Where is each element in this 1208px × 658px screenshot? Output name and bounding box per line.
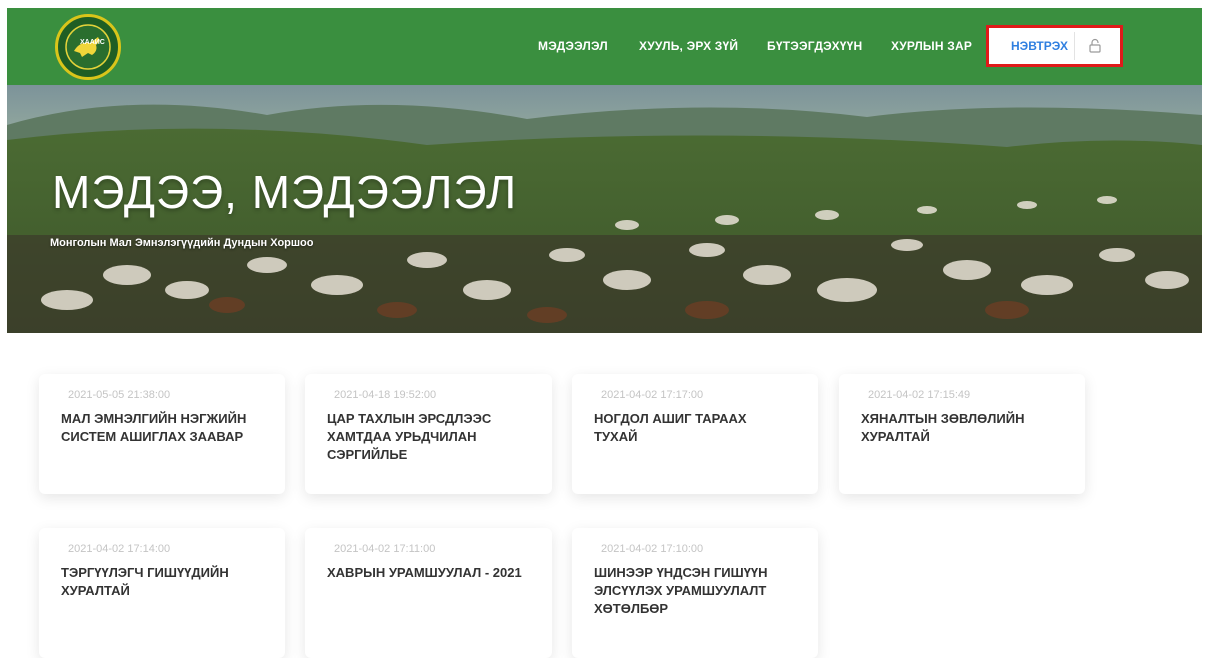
- news-date: 2021-04-18 19:52:00: [334, 389, 437, 401]
- news-date: 2021-05-05 21:38:00: [68, 389, 171, 401]
- news-card[interactable]: 2021-04-02 17:14:00 ТЭРГҮҮЛЭГЧ ГИШҮҮДИЙН…: [39, 528, 285, 658]
- hero-banner: МЭДЭЭ, МЭДЭЭЛЭЛ Монголын Мал Эмнэлэгүүди…: [7, 85, 1202, 333]
- news-title[interactable]: ШИНЭЭР ҮНДСЭН ГИШҮҮН ЭЛСҮҮЛЭХ УРАМШУУЛАЛ…: [594, 564, 794, 618]
- site-logo[interactable]: ХААИС: [55, 14, 121, 80]
- news-card[interactable]: 2021-04-18 19:52:00 ЦАР ТАХЛЫН ЭРСДЛЭЭС …: [305, 374, 552, 494]
- news-card[interactable]: 2021-04-02 17:10:00 ШИНЭЭР ҮНДСЭН ГИШҮҮН…: [572, 528, 818, 658]
- news-title[interactable]: ТЭРГҮҮЛЭГЧ ГИШҮҮДИЙН ХУРАЛТАЙ: [61, 564, 261, 600]
- news-card[interactable]: 2021-04-02 17:15:49 ХЯНАЛТЫН ЗӨВЛӨЛИЙН Х…: [839, 374, 1085, 494]
- news-title[interactable]: ЦАР ТАХЛЫН ЭРСДЛЭЭС ХАМТДАА УРЬДЧИЛАН СЭ…: [327, 410, 527, 464]
- news-card[interactable]: 2021-04-02 17:11:00 ХАВРЫН УРАМШУУЛАЛ - …: [305, 528, 552, 658]
- hero-subtitle: Монголын Мал Эмнэлэгүүдийн Дундын Хоршоо: [50, 237, 314, 249]
- nav-item-khurlyn-zar[interactable]: ХУРЛЫН ЗАР: [891, 39, 972, 53]
- news-date: 2021-04-02 17:11:00: [334, 543, 436, 555]
- nav-item-medeelel[interactable]: МЭДЭЭЛЭЛ: [538, 39, 608, 53]
- news-title[interactable]: ХЯНАЛТЫН ЗӨВЛӨЛИЙН ХУРАЛТАЙ: [861, 410, 1051, 446]
- nav-item-khuuli-erkh-zui[interactable]: ХУУЛЬ, ЭРХ ЗҮЙ: [639, 39, 738, 53]
- news-title[interactable]: НОГДОЛ АШИГ ТАРААХ ТУХАЙ: [594, 410, 774, 446]
- news-date: 2021-04-02 17:17:00: [601, 389, 704, 401]
- news-card[interactable]: 2021-04-02 17:17:00 НОГДОЛ АШИГ ТАРААХ Т…: [572, 374, 818, 494]
- news-date: 2021-04-02 17:15:49: [868, 389, 971, 401]
- news-date: 2021-04-02 17:10:00: [601, 543, 704, 555]
- logo-text: ХААИС: [80, 39, 105, 46]
- login-label: НЭВТРЭХ: [1011, 39, 1068, 53]
- news-title[interactable]: МАЛ ЭМНЭЛГИЙН НЭГЖИЙН СИСТЕМ АШИГЛАХ ЗАА…: [61, 410, 276, 446]
- lock-icon[interactable]: [1088, 38, 1102, 54]
- login-divider: [1074, 32, 1075, 60]
- login-button[interactable]: НЭВТРЭХ: [986, 25, 1123, 67]
- top-navbar: ХААИС МЭДЭЭЛЭЛ ХУУЛЬ, ЭРХ ЗҮЙ БҮТЭЭГДЭХҮ…: [7, 8, 1202, 85]
- news-date: 2021-04-02 17:14:00: [68, 543, 171, 555]
- hero-title: МЭДЭЭ, МЭДЭЭЛЭЛ: [52, 166, 518, 218]
- news-card[interactable]: 2021-05-05 21:38:00 МАЛ ЭМНЭЛГИЙН НЭГЖИЙ…: [39, 374, 285, 494]
- nav-item-buteegdekhuun[interactable]: БҮТЭЭГДЭХҮҮН: [767, 39, 862, 53]
- news-title[interactable]: ХАВРЫН УРАМШУУЛАЛ - 2021: [327, 564, 542, 582]
